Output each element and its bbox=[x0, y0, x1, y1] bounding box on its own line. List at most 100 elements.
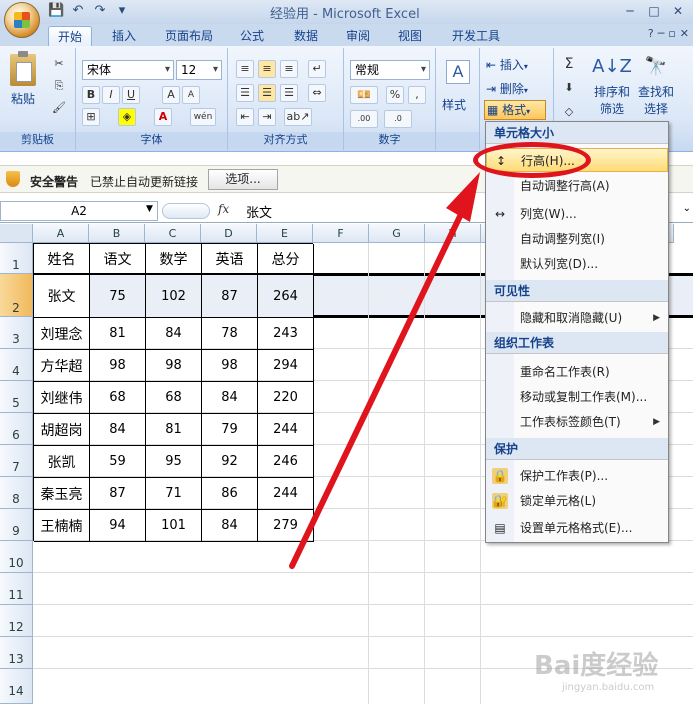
table-cell[interactable]: 张凯 bbox=[34, 446, 90, 478]
table-cell[interactable]: 102 bbox=[146, 275, 202, 318]
table-cell[interactable]: 78 bbox=[202, 318, 258, 350]
name-box-dropdown-icon[interactable]: ▼ bbox=[146, 204, 153, 214]
table-cell[interactable]: 胡超岗 bbox=[34, 414, 90, 446]
orientation-icon[interactable]: ab↗ bbox=[284, 108, 312, 126]
row-header-7[interactable]: 7 bbox=[0, 445, 33, 477]
table-cell[interactable]: 方华超 bbox=[34, 350, 90, 382]
row-header-13[interactable]: 13 bbox=[0, 637, 33, 669]
menu-item-autofit-column[interactable]: 自动调整列宽(I) bbox=[486, 227, 668, 251]
minimize-icon[interactable]: ─ bbox=[619, 2, 641, 20]
align-bottom-icon[interactable]: ≡ bbox=[280, 60, 298, 78]
column-header-c[interactable]: C bbox=[145, 224, 201, 243]
align-right-icon[interactable]: ☰ bbox=[280, 84, 298, 102]
row-header-10[interactable]: 10 bbox=[0, 541, 33, 573]
font-size-combo[interactable]: 12 bbox=[176, 60, 222, 80]
tab-formulas[interactable]: 公式 bbox=[232, 26, 272, 46]
table-cell[interactable]: 264 bbox=[258, 275, 314, 318]
copy-icon[interactable]: ⎘ bbox=[50, 78, 68, 96]
column-header-b[interactable]: B bbox=[89, 224, 145, 243]
table-cell[interactable]: 246 bbox=[258, 446, 314, 478]
tab-insert[interactable]: 插入 bbox=[104, 26, 144, 46]
ribbon-minimize-icon[interactable]: ─ bbox=[658, 27, 665, 40]
font-color-icon[interactable]: A bbox=[154, 108, 172, 126]
insert-button[interactable]: ⇤ 插入▾ bbox=[486, 56, 528, 73]
delete-button[interactable]: ⇥ 删除▾ bbox=[486, 80, 528, 97]
office-button[interactable] bbox=[4, 2, 40, 38]
row-header-2[interactable]: 2 bbox=[0, 274, 33, 317]
name-box[interactable]: A2 bbox=[0, 201, 158, 221]
table-header-cell[interactable]: 总分 bbox=[258, 244, 314, 275]
menu-item-lock-cell[interactable]: 🔐 锁定单元格(L) bbox=[486, 489, 668, 513]
decrease-decimal-icon[interactable]: .0 bbox=[384, 110, 412, 128]
currency-icon[interactable]: 💴 bbox=[350, 86, 378, 104]
tab-home[interactable]: 开始 bbox=[48, 26, 92, 46]
column-header-e[interactable]: E bbox=[257, 224, 313, 243]
menu-item-autofit-row[interactable]: 自动调整行高(A) bbox=[486, 174, 668, 198]
row-header-14[interactable]: 14 bbox=[0, 669, 33, 704]
shrink-font-icon[interactable]: A bbox=[182, 86, 200, 104]
table-header-cell[interactable]: 英语 bbox=[202, 244, 258, 275]
table-cell[interactable]: 244 bbox=[258, 478, 314, 510]
security-options-button[interactable]: 选项... bbox=[208, 169, 278, 190]
select-all-corner[interactable] bbox=[0, 224, 33, 243]
menu-item-protect-sheet[interactable]: 🔒 保护工作表(P)... bbox=[486, 464, 668, 488]
phonetic-icon[interactable]: wén bbox=[190, 108, 216, 126]
table-cell-a2[interactable]: 张文 bbox=[34, 275, 90, 318]
table-cell[interactable]: 75 bbox=[90, 275, 146, 318]
table-cell[interactable]: 94 bbox=[90, 510, 146, 542]
formula-input[interactable]: 张文 bbox=[246, 202, 272, 221]
autosum-icon[interactable]: Σ bbox=[560, 56, 578, 74]
table-cell[interactable]: 79 bbox=[202, 414, 258, 446]
table-cell[interactable]: 81 bbox=[146, 414, 202, 446]
table-cell[interactable]: 84 bbox=[202, 510, 258, 542]
column-header-a[interactable]: A bbox=[33, 224, 89, 243]
row-header-5[interactable]: 5 bbox=[0, 381, 33, 413]
table-cell[interactable]: 84 bbox=[146, 318, 202, 350]
table-cell[interactable]: 王楠楠 bbox=[34, 510, 90, 542]
grow-font-icon[interactable]: A bbox=[162, 86, 180, 104]
tab-developer[interactable]: 开发工具 bbox=[444, 26, 508, 46]
ribbon-restore-icon[interactable]: ▫ bbox=[668, 27, 675, 40]
table-cell[interactable]: 68 bbox=[146, 382, 202, 414]
font-name-combo[interactable]: 宋体 bbox=[82, 60, 174, 80]
align-center-icon[interactable]: ☰ bbox=[258, 84, 276, 102]
column-header-f[interactable]: F bbox=[313, 224, 369, 243]
table-header-cell[interactable]: 数学 bbox=[146, 244, 202, 275]
table-cell[interactable]: 98 bbox=[202, 350, 258, 382]
table-cell[interactable]: 71 bbox=[146, 478, 202, 510]
menu-item-rename-sheet[interactable]: 重命名工作表(R) bbox=[486, 360, 668, 384]
table-cell[interactable]: 279 bbox=[258, 510, 314, 542]
align-left-icon[interactable]: ☰ bbox=[236, 84, 254, 102]
row-header-12[interactable]: 12 bbox=[0, 605, 33, 637]
increase-indent-icon[interactable]: ⇥ bbox=[258, 108, 276, 126]
table-cell[interactable]: 84 bbox=[202, 382, 258, 414]
decrease-indent-icon[interactable]: ⇤ bbox=[236, 108, 254, 126]
table-cell[interactable]: 84 bbox=[90, 414, 146, 446]
table-header-cell[interactable]: 姓名 bbox=[34, 244, 90, 275]
comma-icon[interactable]: , bbox=[408, 86, 426, 104]
table-cell[interactable]: 68 bbox=[90, 382, 146, 414]
formula-zoom-handle[interactable] bbox=[162, 203, 210, 219]
undo-icon[interactable]: ↶ bbox=[70, 2, 86, 20]
column-header-g[interactable]: G bbox=[369, 224, 425, 243]
table-cell[interactable]: 101 bbox=[146, 510, 202, 542]
italic-button[interactable]: I bbox=[102, 86, 120, 104]
borders-icon[interactable]: ⊞ bbox=[82, 108, 100, 126]
fx-icon[interactable]: fx bbox=[218, 202, 229, 216]
menu-item-column-width[interactable]: ↔ 列宽(W)... bbox=[486, 202, 668, 226]
row-header-6[interactable]: 6 bbox=[0, 413, 33, 445]
close-icon[interactable]: ✕ bbox=[667, 2, 689, 20]
tab-view[interactable]: 视图 bbox=[390, 26, 430, 46]
table-cell[interactable]: 98 bbox=[146, 350, 202, 382]
merge-center-icon[interactable]: ⇔ bbox=[308, 84, 326, 102]
underline-button[interactable]: U bbox=[122, 86, 140, 104]
table-cell[interactable]: 95 bbox=[146, 446, 202, 478]
table-cell[interactable]: 59 bbox=[90, 446, 146, 478]
customize-icon[interactable]: ▾ bbox=[114, 2, 130, 20]
menu-item-tab-color[interactable]: 工作表标签颜色(T) ▶ bbox=[486, 410, 668, 434]
align-top-icon[interactable]: ≡ bbox=[236, 60, 254, 78]
column-header-d[interactable]: D bbox=[201, 224, 257, 243]
align-middle-icon[interactable]: ≡ bbox=[258, 60, 276, 78]
table-cell[interactable]: 86 bbox=[202, 478, 258, 510]
menu-item-move-copy[interactable]: 移动或复制工作表(M)... bbox=[486, 385, 668, 409]
